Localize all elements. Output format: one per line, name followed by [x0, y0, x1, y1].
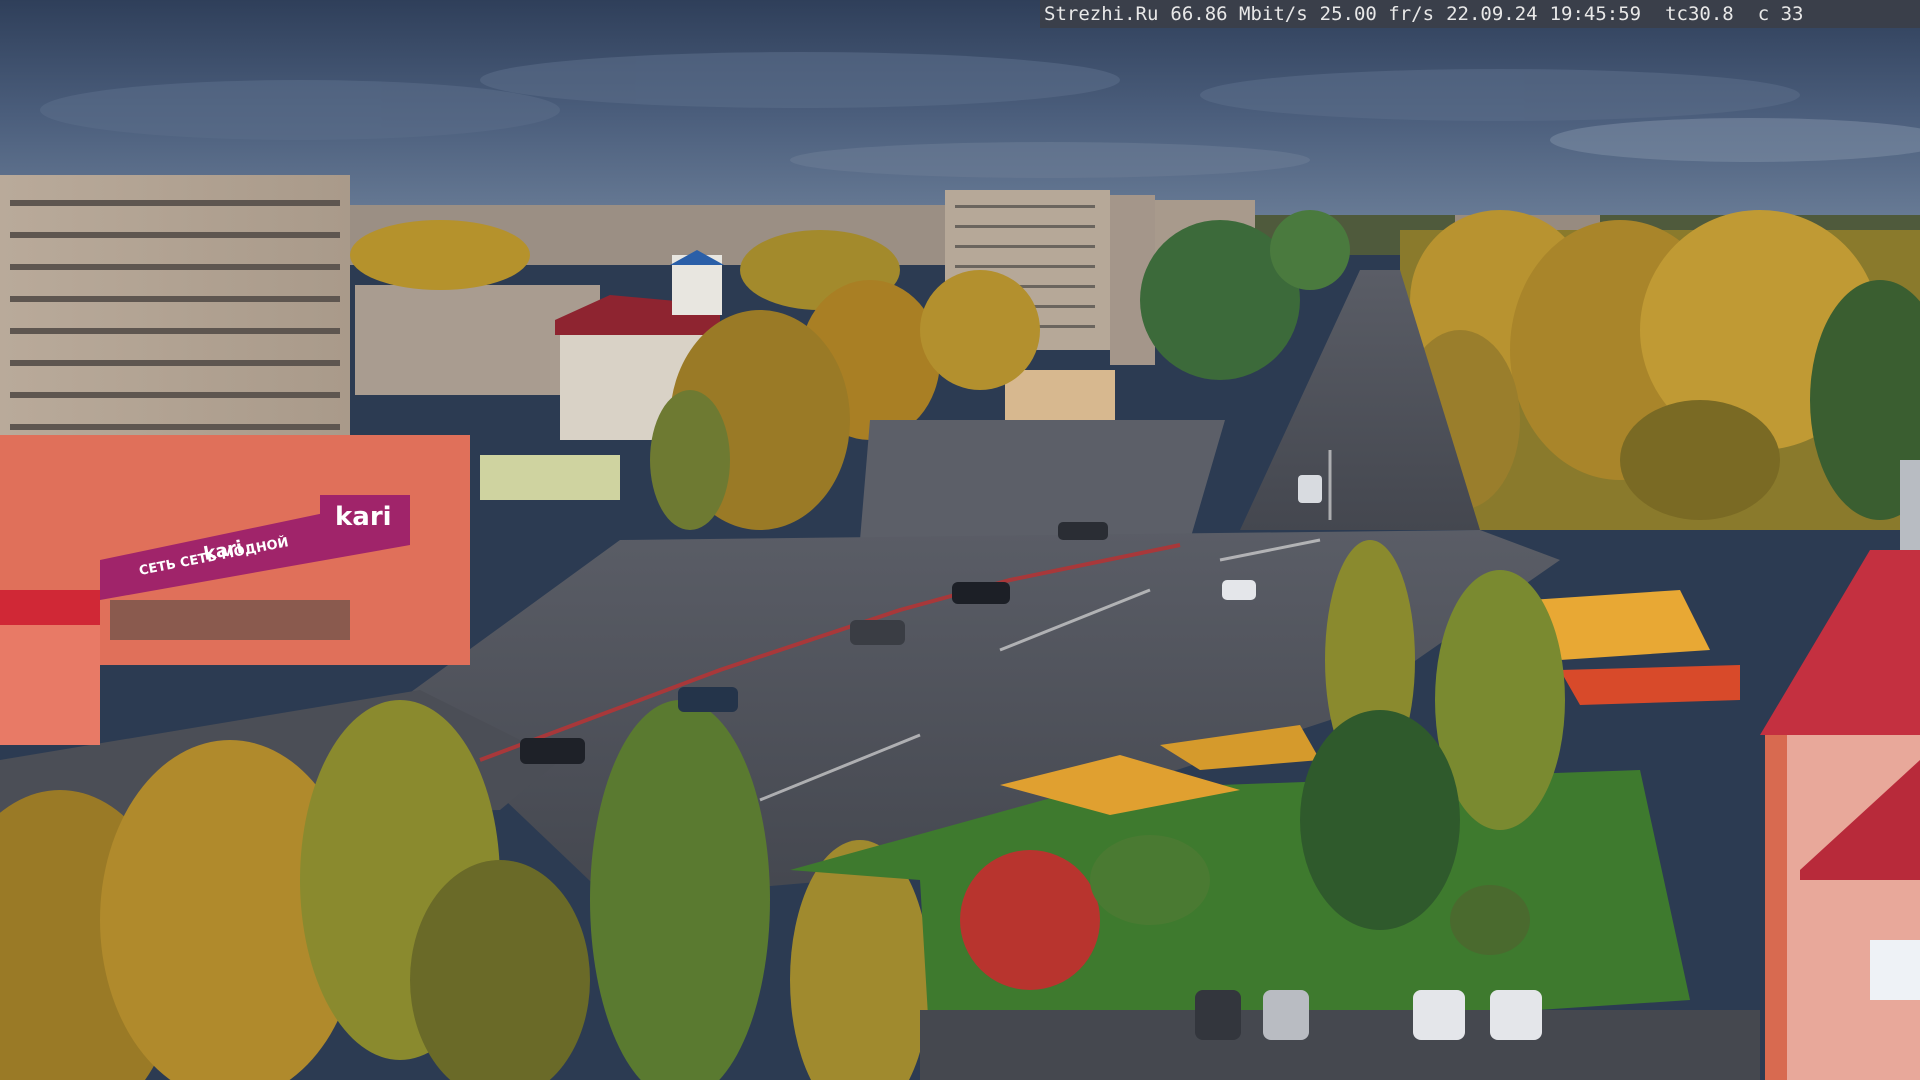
- osd-site: Strezhi.Ru: [1044, 3, 1159, 25]
- camera-osd-overlay: Strezhi.Ru 66.86 Mbit/s 25.00 fr/s 22.09.24…: [1040, 0, 1920, 28]
- bottom-parking: [920, 1010, 1760, 1080]
- osd-time: 19:45:59: [1549, 3, 1642, 25]
- osd-framerate: 25.00 fr/s: [1319, 3, 1435, 25]
- kari-logo-text: kari: [335, 502, 392, 532]
- camera-scene: kari СЕТЬ СЕТЬ МОДНОЙ kari: [0, 0, 1920, 1080]
- osd-date: 22.09.24: [1446, 3, 1538, 25]
- plaza: [860, 420, 1225, 540]
- right-pink-building: [1760, 460, 1920, 1080]
- flower-bed-far-2: [1560, 665, 1740, 705]
- osd-c: c 33: [1757, 3, 1804, 25]
- osd-tc: tc30.8: [1665, 3, 1734, 25]
- osd-bitrate: 66.86 Mbit/s: [1170, 3, 1308, 25]
- right-forest: [1400, 210, 1920, 530]
